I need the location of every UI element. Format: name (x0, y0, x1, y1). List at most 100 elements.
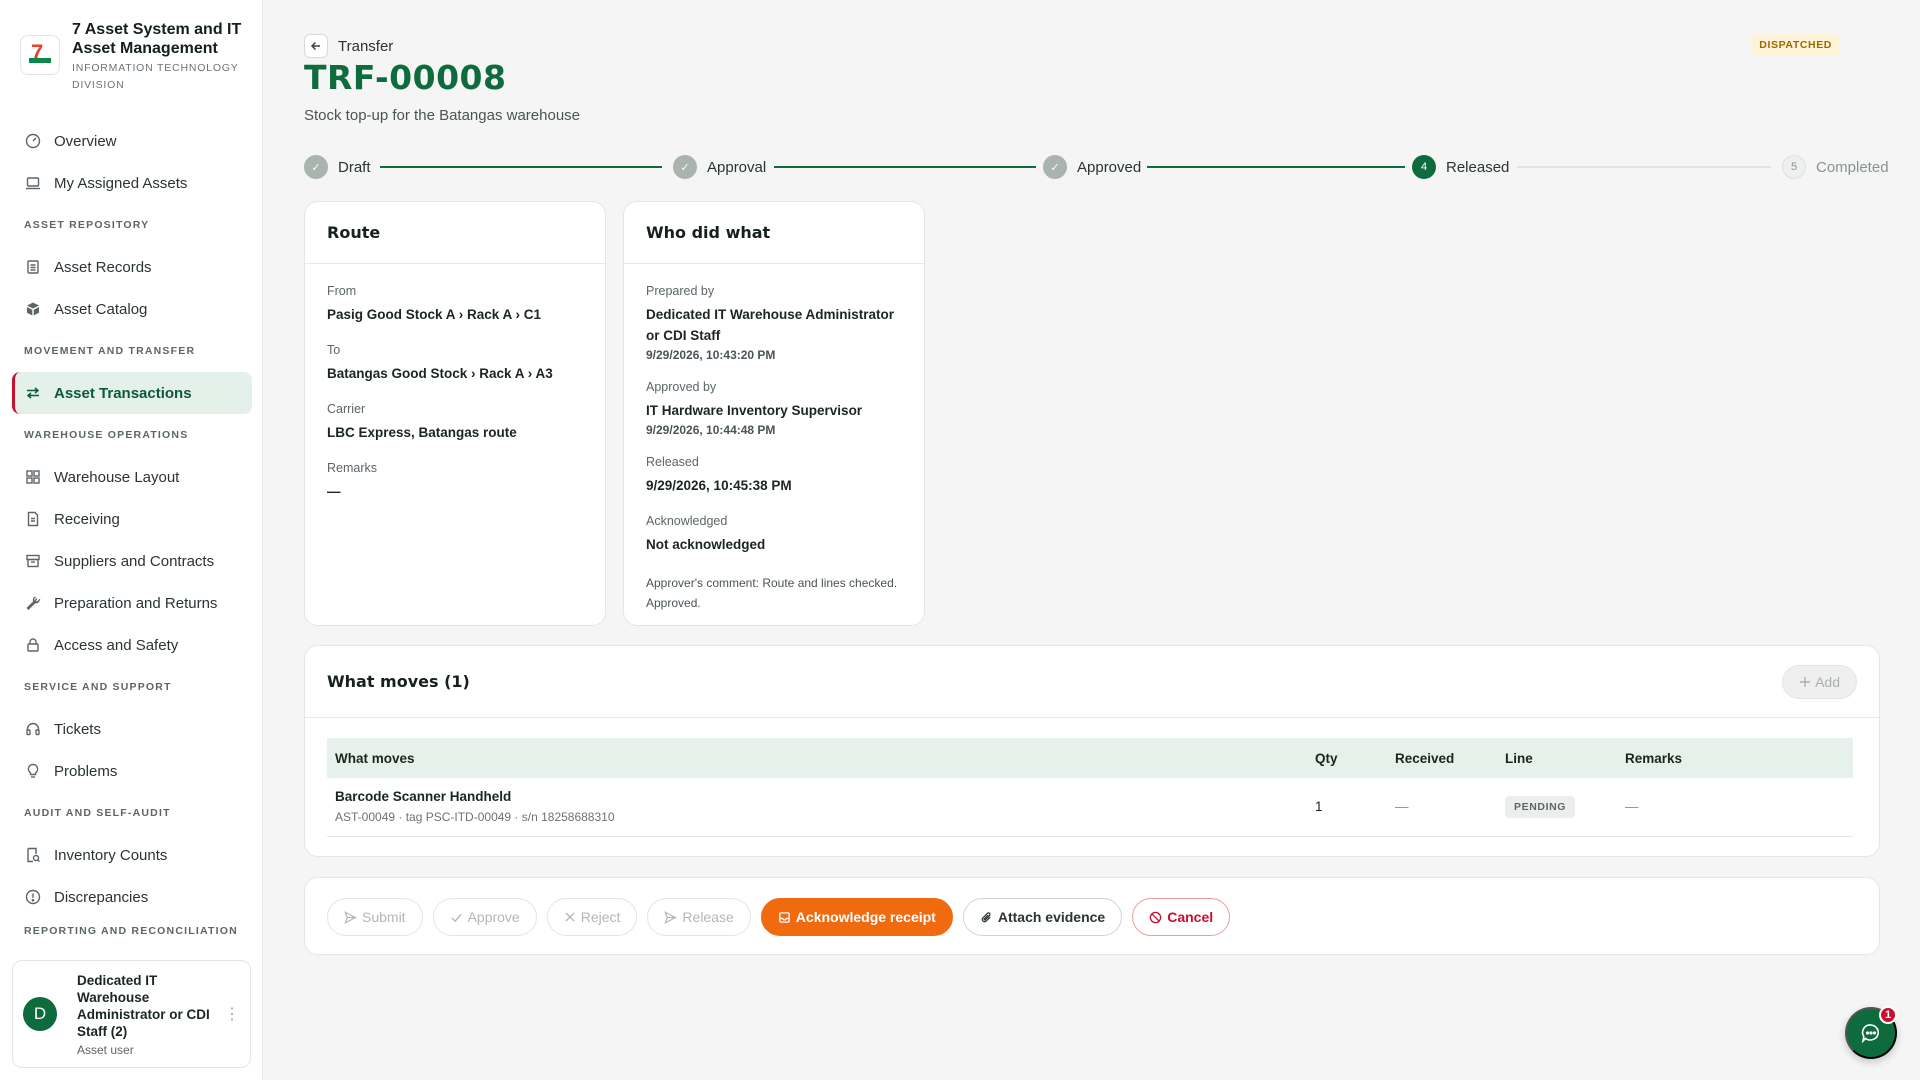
sidebar-item-overview[interactable]: Overview (12, 120, 252, 162)
table-row[interactable]: Barcode Scanner Handheld AST-00049 · tag… (327, 778, 1853, 837)
from-label: From (327, 284, 357, 298)
sidebar-item-asset-transactions[interactable]: Asset Transactions (12, 372, 252, 414)
laptop-icon (24, 174, 42, 192)
store-icon (24, 552, 42, 570)
page-subtitle: Stock top-up for the Batangas warehouse (304, 107, 581, 124)
page-title: TRF-00008 (304, 58, 507, 97)
what-moves-card: What moves (1) Add What moves Qty Receiv… (304, 645, 1880, 857)
col-line[interactable]: Line (1497, 738, 1617, 778)
item-qty: 1 (1307, 778, 1387, 837)
sidebar-item-label: Warehouse Layout (54, 468, 180, 486)
step-label: Completed (1816, 158, 1889, 176)
more-vertical-icon[interactable]: ⋮ (224, 1004, 240, 1024)
wrench-icon (24, 594, 42, 612)
sidebar-item-receiving[interactable]: Receiving (12, 498, 252, 540)
step-label: Approved (1077, 158, 1142, 176)
sidebar-item-label: Overview (54, 132, 117, 150)
item-remarks: — (1617, 778, 1853, 837)
brand[interactable]: 7 7 Asset System and IT Asset Management… (20, 20, 250, 94)
brand-title: 7 Asset System and IT Asset Management (72, 21, 242, 57)
step-label: Approval (707, 158, 767, 176)
sidebar: 7 7 Asset System and IT Asset Management… (0, 0, 263, 1080)
sidebar-item-label: Inventory Counts (54, 846, 168, 864)
section-movement-and-transfer: MOVEMENT AND TRANSFER (24, 345, 196, 357)
what-moves-title: What moves (1) (327, 672, 470, 691)
sidebar-item-label: My Assigned Assets (54, 174, 188, 192)
user-role: Asset user (77, 1042, 134, 1057)
sidebar-item-label: Preparation and Returns (54, 594, 218, 612)
reject-button[interactable]: Reject (546, 898, 638, 936)
logo-bar (29, 58, 51, 63)
arrow-left-icon (310, 41, 320, 51)
attach-label: Attach evidence (997, 909, 1106, 925)
cancel-button[interactable]: Cancel (1132, 898, 1231, 936)
user-name: Dedicated IT Warehouse Administrator or … (77, 972, 210, 1039)
col-received[interactable]: Received (1387, 738, 1497, 778)
step-number: 5 (1782, 155, 1806, 179)
step-completed: 5 Completed (1782, 155, 1889, 179)
step-connector (1517, 166, 1771, 168)
actions-card: Submit Approve Reject Release Acknowledg… (304, 877, 1880, 955)
step-label: Released (1446, 158, 1510, 176)
sidebar-item-label: Tickets (54, 720, 101, 738)
sidebar-item-warehouse-layout[interactable]: Warehouse Layout (12, 456, 252, 498)
released-label: Released (646, 455, 699, 469)
step-number: 4 (1412, 155, 1436, 179)
col-remarks[interactable]: Remarks (1617, 738, 1853, 778)
approved-by: IT Hardware Inventory Supervisor (646, 403, 863, 418)
sidebar-item-label: Problems (54, 762, 118, 780)
moves-table: What moves Qty Received Line Remarks Bar… (327, 738, 1853, 837)
approved-time: 9/29/2026, 10:44:48 PM (646, 423, 776, 437)
to-value: Batangas Good Stock › Rack A › A3 (327, 366, 553, 381)
sidebar-item-my-assigned-assets[interactable]: My Assigned Assets (12, 162, 252, 204)
approve-button[interactable]: Approve (432, 898, 537, 936)
avatar: D (23, 997, 57, 1031)
item-received: — (1387, 778, 1497, 837)
add-line-button[interactable]: Add (1782, 664, 1857, 699)
check-icon (450, 913, 462, 922)
step-connector (1147, 166, 1405, 168)
carrier-value: LBC Express, Batangas route (327, 425, 517, 440)
send-icon (344, 910, 357, 924)
add-line-label: Add (1815, 673, 1840, 690)
step-draft: ✓ Draft (304, 155, 371, 179)
send-icon (664, 910, 678, 924)
sidebar-item-label: Receiving (54, 510, 120, 528)
section-reporting-and-reconciliation: REPORTING AND RECONCILIATION (24, 925, 238, 937)
col-qty[interactable]: Qty (1307, 738, 1387, 778)
sidebar-item-tickets[interactable]: Tickets (12, 708, 252, 750)
who-card-title: Who did what (624, 202, 924, 264)
prepared-label: Prepared by (646, 284, 715, 298)
breadcrumb-transfer[interactable]: Transfer (338, 38, 393, 55)
inbox-icon (779, 911, 790, 923)
attach-evidence-button[interactable]: Attach evidence (962, 898, 1123, 936)
release-button[interactable]: Release (647, 898, 751, 936)
sidebar-item-suppliers-and-contracts[interactable]: Suppliers and Contracts (12, 540, 252, 582)
lightbulb-icon (24, 762, 42, 780)
document-icon (24, 510, 42, 528)
user-card[interactable]: D Dedicated IT Warehouse Administrator o… (12, 960, 251, 1068)
approver-comment: Approver's comment: Route and lines chec… (646, 576, 898, 610)
sidebar-item-discrepancies[interactable]: Discrepancies (12, 876, 252, 918)
sidebar-item-problems[interactable]: Problems (12, 750, 252, 792)
cancel-label: Cancel (1167, 909, 1214, 925)
sidebar-item-preparation-and-returns[interactable]: Preparation and Returns (12, 582, 252, 624)
sidebar-item-asset-catalog[interactable]: Asset Catalog (12, 288, 252, 330)
prepared-by: Dedicated IT Warehouse Administrator or … (646, 307, 895, 343)
approve-label: Approve (467, 909, 520, 925)
sidebar-item-access-and-safety[interactable]: Access and Safety (12, 624, 252, 666)
chat-bubble-icon (1861, 1024, 1880, 1044)
sidebar-item-asset-records[interactable]: Asset Records (12, 246, 252, 288)
chat-button[interactable]: 1 (1845, 1006, 1897, 1059)
sidebar-item-label: Access and Safety (54, 636, 179, 654)
back-button[interactable] (304, 34, 328, 58)
acknowledge-receipt-button[interactable]: Acknowledge receipt (760, 898, 953, 936)
plus-icon (1800, 676, 1811, 687)
sidebar-item-inventory-counts[interactable]: Inventory Counts (12, 834, 252, 876)
carrier-label: Carrier (327, 402, 366, 416)
submit-label: Submit (362, 909, 406, 925)
submit-button[interactable]: Submit (327, 898, 423, 936)
step-connector (380, 166, 662, 168)
col-what-moves[interactable]: What moves (327, 738, 1307, 778)
arrows-swap-icon (24, 384, 42, 402)
